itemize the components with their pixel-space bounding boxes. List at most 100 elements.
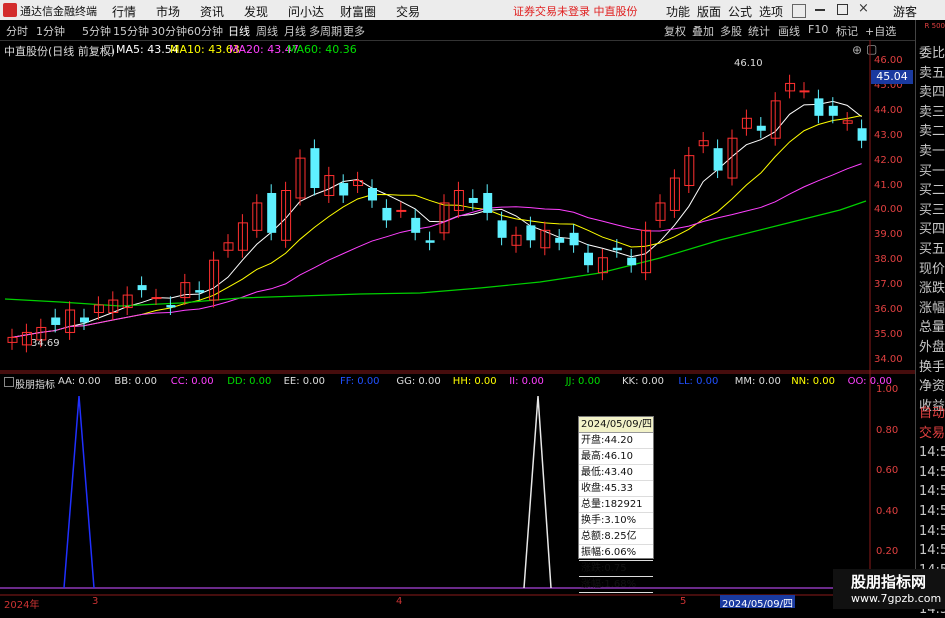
tab-daily[interactable]: 日线 (228, 23, 250, 39)
indicator-value-9: JJ: 0.00 (565, 376, 601, 387)
price-axis-label-8: 38.00 (874, 254, 903, 266)
tab-30min[interactable]: 30分钟 (151, 23, 187, 39)
menu-discover[interactable]: 发现 (244, 3, 268, 20)
bar-info-tooltip: 2024/05/09/四 开盘:44.20 最高:46.10 最低:43.40 … (578, 416, 654, 593)
price-axis-label-5: 41.00 (874, 179, 903, 191)
indicator-value-2: CC: 0.00 (170, 376, 214, 387)
draw-button[interactable]: 画线 (778, 23, 800, 39)
tab-weekly[interactable]: 周线 (256, 23, 278, 39)
overlay-button[interactable]: 叠加 (692, 23, 714, 39)
app-logo-icon (3, 3, 17, 17)
tab-15min[interactable]: 15分钟 (113, 23, 149, 39)
indicator-value-4: EE: 0.00 (283, 376, 326, 387)
adjust-button[interactable]: 复权 (664, 23, 686, 39)
indicator-value-7: HH: 0.00 (452, 376, 497, 387)
current-price-marker: 45.04 (871, 70, 913, 84)
menu-function[interactable]: 功能 (666, 3, 690, 20)
indicator-value-11: LL: 0.00 (678, 376, 719, 387)
menu-quotes[interactable]: 行情 (112, 3, 136, 20)
stats-button[interactable]: 统计 (748, 23, 770, 39)
panel-item-21: 14:5 (919, 445, 945, 461)
tab-more[interactable]: 更多 (343, 23, 365, 39)
app-title: 通达信金融终端 (20, 5, 97, 18)
f10-button[interactable]: F10 (808, 23, 828, 36)
panel-item-20: 交易 (919, 425, 945, 441)
panel-item-2: 卖四 (919, 85, 945, 101)
tab-1min[interactable]: 1分钟 (36, 23, 65, 39)
indicator-settings-icon[interactable] (4, 377, 14, 387)
panel-item-7: 买二 (919, 183, 945, 199)
maximize-icon[interactable] (837, 4, 848, 15)
tab-multi-period[interactable]: 多周期 (309, 23, 342, 39)
menu-ask[interactable]: 问小达 (288, 3, 324, 20)
panel-item-0: 委比 (919, 46, 945, 61)
indicator-value-8: II: 0.00 (509, 376, 544, 387)
menu-market[interactable]: 市场 (156, 3, 180, 20)
tooltip-low: 最低:43.40 (579, 465, 653, 481)
panel-item-16: 换手 (919, 359, 945, 375)
indicator-value-13: NN: 0.00 (791, 376, 835, 387)
tooltip-high: 最高:46.10 (579, 449, 653, 465)
menu-options[interactable]: 选项 (759, 3, 783, 20)
price-chart[interactable] (0, 40, 915, 609)
panel-item-10: 买五 (919, 242, 945, 257)
tooltip-change-pct: 涨幅:1.68% (579, 577, 653, 593)
price-axis-label-10: 36.00 (874, 304, 903, 315)
minimize-icon[interactable] (815, 9, 825, 11)
menu-grid-icon[interactable] (792, 4, 806, 18)
panel-item-14: 总量 (919, 320, 945, 336)
panel-item-11: 现价 (919, 261, 945, 277)
title-bar: 通达信金融终端 行情 市场 资讯 发现 问小达 财富圈 交易 证券交易未登录 中… (0, 0, 945, 20)
indicator-value-6: GG: 0.00 (396, 376, 441, 387)
x-cursor-date: 2024/05/09/四 (720, 595, 796, 610)
menu-formula[interactable]: 公式 (728, 3, 752, 20)
watermark-url: www.7gpzb.com (851, 592, 942, 605)
menu-layout[interactable]: 版面 (697, 3, 721, 20)
indicator-value-3: DD: 0.00 (227, 376, 272, 387)
watermark: 股朋指标网 www.7gpzb.com (833, 569, 945, 609)
ind-axis-08: 0.80 (876, 425, 899, 436)
tab-5min[interactable]: 5分钟 (82, 23, 111, 39)
tooltip-change: 涨跌:0.75 (579, 561, 653, 577)
tooltip-volume: 总量:182921 (579, 497, 653, 513)
ind-axis-02: 0.20 (876, 546, 899, 557)
tab-intraday[interactable]: 分时 (6, 23, 28, 39)
mark-button[interactable]: 标记 (836, 23, 858, 39)
panel-item-26: 14:5 (919, 543, 945, 559)
indicator-name: 股朋指标 (15, 380, 55, 391)
x-label-may: 5 (680, 596, 687, 607)
menu-trade[interactable]: 交易 (396, 3, 420, 20)
panel-item-15: 外盘 (919, 340, 945, 355)
watermark-title: 股朋指标网 (851, 573, 927, 591)
tooltip-amount: 总额:8.25亿 (579, 529, 653, 545)
panel-item-25: 14:5 (919, 523, 945, 539)
price-axis-label-9: 37.00 (874, 279, 903, 291)
multi-stock-button[interactable]: 多股 (720, 23, 742, 39)
ind-axis-06: 0.60 (876, 465, 899, 476)
tab-monthly[interactable]: 月线 (284, 23, 306, 39)
panel-item-4: 卖二 (919, 124, 945, 140)
indicator-value-10: KK: 0.00 (622, 376, 664, 387)
price-axis-label-11: 35.00 (874, 328, 903, 340)
quote-side-panel: R 500 委比 卖五 卖四 卖三 卖二 卖一 买一 买二 买三 买四 买五 现价 涨跌 涨幅 总量 外盘 换手… (915, 20, 945, 617)
add-watchlist-button[interactable]: +自选 (865, 23, 896, 39)
tooltip-open: 开盘:44.20 (579, 433, 653, 449)
tab-60min[interactable]: 60分钟 (187, 23, 223, 39)
menu-news[interactable]: 资讯 (200, 3, 224, 20)
menu-wealth[interactable]: 财富圈 (340, 3, 376, 20)
panel-item-24: 14:5 (919, 504, 945, 519)
panel-item-5: 卖一 (919, 144, 945, 159)
close-icon[interactable]: × (858, 1, 869, 16)
low-annotation: 34.69 (31, 338, 60, 349)
price-axis-label-0: 46.00 (874, 55, 903, 66)
indicator-value-0: AA: 0.00 (58, 376, 101, 387)
indicator-value-12: MM: 0.00 (734, 376, 781, 387)
panel-item-8: 买三 (919, 202, 945, 218)
indicator-value-1: BB: 0.00 (114, 376, 157, 387)
login-warning[interactable]: 证券交易未登录 中直股份 (513, 3, 638, 19)
guest-label[interactable]: 游客 (893, 3, 917, 20)
tooltip-date: 2024/05/09/四 (579, 417, 653, 433)
panel-item-23: 14:5 (919, 484, 945, 500)
panel-item-22: 14:5 (919, 464, 945, 480)
tooltip-close: 收盘:45.33 (579, 481, 653, 497)
